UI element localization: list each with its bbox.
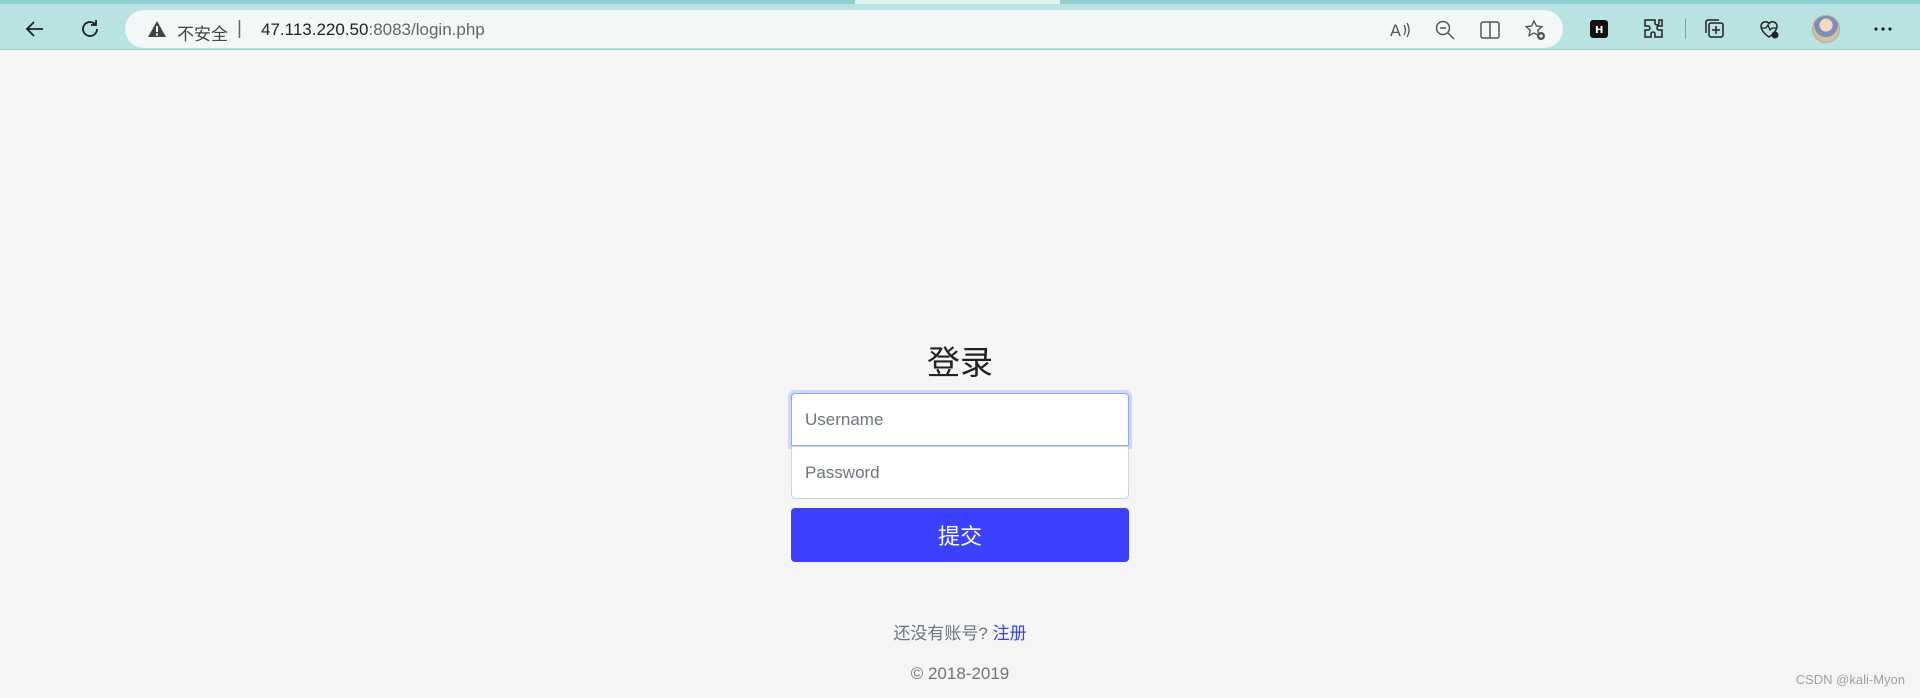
register-prompt-text: 还没有账号?	[893, 624, 988, 643]
svg-text:H: H	[1595, 25, 1603, 36]
username-input[interactable]	[791, 393, 1129, 446]
browser-toolbar: 不安全 | 47.113.220.50:8083/login.php A H	[0, 0, 1920, 50]
register-prompt: 还没有账号? 注册	[791, 619, 1129, 644]
svg-text:A: A	[1390, 21, 1401, 40]
back-icon	[25, 21, 43, 37]
read-aloud-icon[interactable]: A	[1389, 19, 1411, 41]
security-label[interactable]: 不安全	[177, 20, 228, 45]
refresh-button[interactable]	[72, 11, 108, 47]
back-button[interactable]	[17, 11, 53, 47]
url-path: :8083/login.php	[368, 20, 485, 39]
active-tab-indicator	[855, 0, 1060, 4]
favorite-add-icon[interactable]	[1524, 19, 1546, 41]
address-bar[interactable]: 不安全 | 47.113.220.50:8083/login.php A	[125, 10, 1563, 48]
register-link[interactable]: 注册	[993, 624, 1027, 643]
url-text[interactable]: 47.113.220.50:8083/login.php	[261, 20, 485, 40]
address-separator: |	[237, 18, 242, 39]
password-input[interactable]	[791, 446, 1129, 499]
submit-button[interactable]: 提交	[791, 508, 1129, 562]
split-screen-icon[interactable]	[1479, 19, 1501, 41]
extensions-icon[interactable]	[1642, 17, 1666, 41]
watermark: CSDN @kali-Myon	[1795, 672, 1905, 687]
warning-icon[interactable]	[147, 20, 167, 43]
extension-h-icon[interactable]: H	[1587, 17, 1611, 41]
browser-essentials-icon[interactable]	[1757, 17, 1781, 41]
collections-icon[interactable]	[1703, 17, 1727, 41]
refresh-icon	[82, 20, 98, 37]
zoom-out-icon[interactable]	[1434, 19, 1456, 41]
profile-avatar[interactable]	[1812, 15, 1840, 43]
more-icon[interactable]	[1871, 17, 1895, 41]
toolbar-divider	[1685, 19, 1686, 39]
page-title: 登录	[927, 344, 993, 381]
copyright-text: © 2018-2019	[910, 664, 1010, 683]
url-host: 47.113.220.50	[261, 20, 369, 39]
